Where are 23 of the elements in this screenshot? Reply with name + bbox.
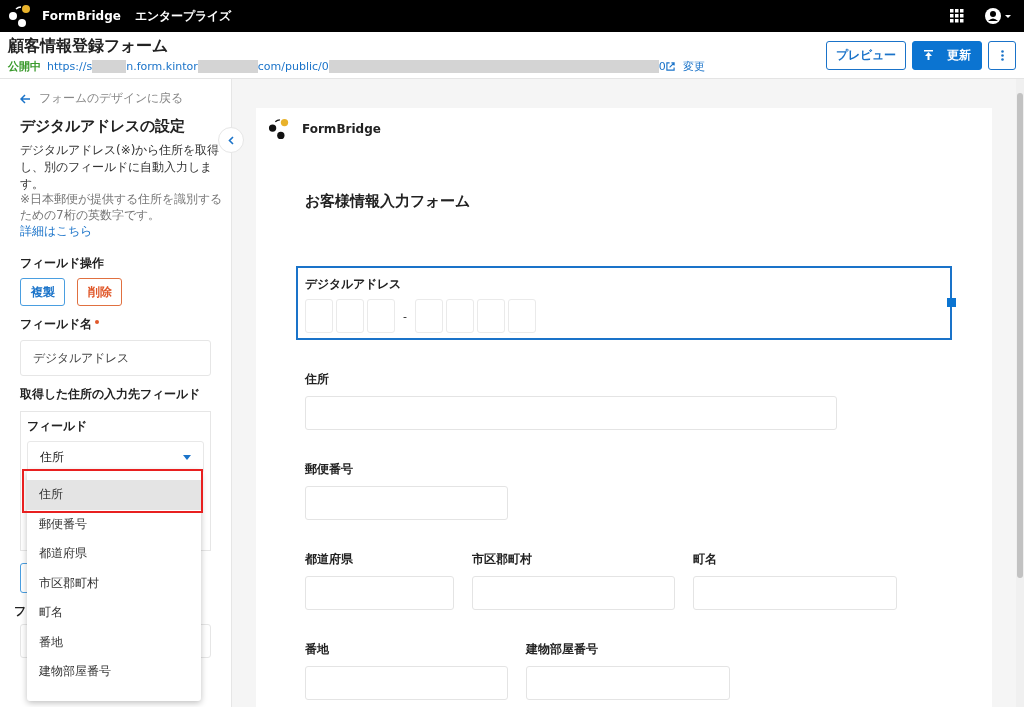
field-label: デジタルアドレス xyxy=(305,276,402,293)
description-text: デジタルアドレス(※)から住所を取得し、別のフィールドに自動入力します。 xyxy=(20,142,221,193)
field-label: 住所 xyxy=(305,371,330,388)
operations-label: フィールド操作 xyxy=(20,255,105,273)
field-label: 町名 xyxy=(693,551,718,568)
field-label: フ xyxy=(14,603,26,621)
edition-label: エンタープライズ xyxy=(134,7,231,25)
field-label: 郵便番号 xyxy=(305,461,354,478)
panel-title: デジタルアドレスの設定 xyxy=(20,117,186,136)
field-label: 市区郡町村 xyxy=(472,551,533,568)
note-text: ※日本郵便が提供する住所を識別するための7桁の英数字です。 詳細はこちら xyxy=(20,192,224,240)
brand-name: FormBridge xyxy=(302,122,381,136)
form-title: 顧客情報登録フォーム xyxy=(8,36,169,57)
field-label: 建物部屋番号 xyxy=(526,641,599,658)
status-label: 公開中 xyxy=(8,59,41,74)
field-label: 番地 xyxy=(305,641,330,658)
form-heading: お客様情報入力フォーム xyxy=(305,192,471,211)
field-label: フィールド xyxy=(27,418,88,436)
brand-name: FormBridge xyxy=(42,9,121,23)
field-name-label: フィールド名 xyxy=(20,316,92,334)
target-field-label: 取得した住所の入力先フィールド xyxy=(20,386,201,404)
separator-text: - xyxy=(403,309,407,323)
field-label: 都道府県 xyxy=(305,551,354,568)
